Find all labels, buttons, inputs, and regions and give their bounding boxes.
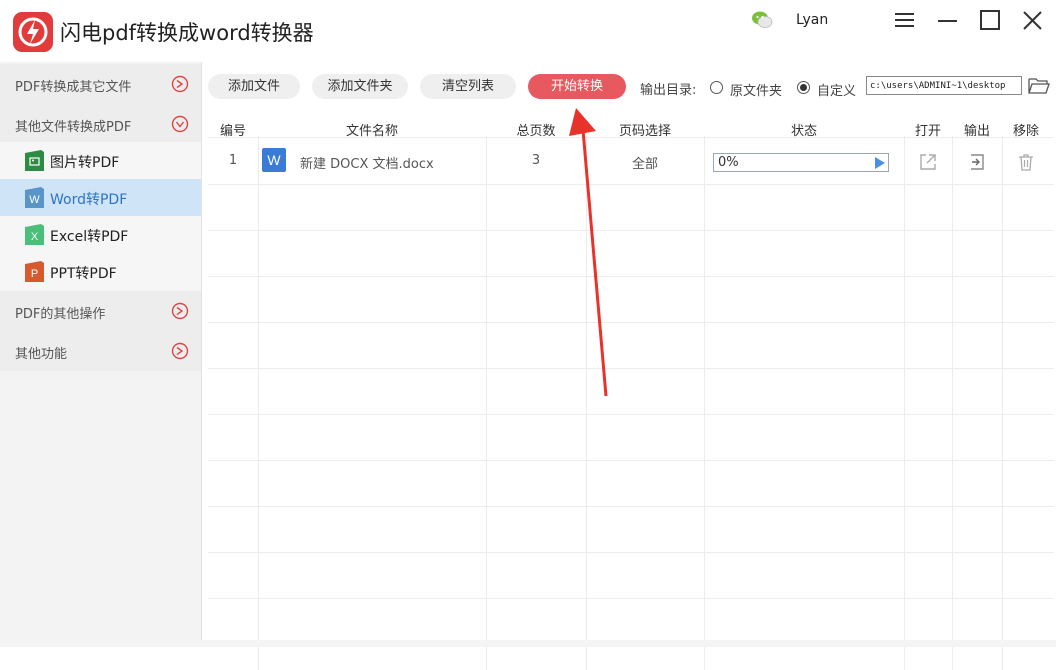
sidebar-category-pdf-other-ops[interactable]: PDF的其他操作 bbox=[0, 291, 201, 331]
sidebar-category-pdf-to-other[interactable]: PDF转换成其它文件 bbox=[0, 64, 201, 104]
sidebar-item-label: PPT转PDF bbox=[50, 266, 117, 282]
grid-line bbox=[486, 136, 487, 670]
chevron-right-icon bbox=[171, 342, 189, 360]
clear-list-button[interactable]: 清空列表 bbox=[420, 74, 516, 99]
app-title: 闪电pdf转换成word转换器 bbox=[60, 21, 314, 45]
sidebar-item-word-to-pdf[interactable]: W Word转PDF bbox=[0, 179, 201, 216]
word-file-icon: W bbox=[25, 187, 44, 208]
ppt-file-icon: P bbox=[25, 261, 44, 282]
chevron-down-icon bbox=[171, 115, 189, 133]
sidebar-category-other-to-pdf[interactable]: 其他文件转换成PDF bbox=[0, 104, 201, 144]
username[interactable]: Lyan bbox=[796, 12, 828, 28]
grid-line bbox=[208, 368, 1054, 369]
app-logo bbox=[13, 12, 53, 52]
grid-line bbox=[208, 414, 1054, 415]
file-name: 新建 DOCX 文档.docx bbox=[300, 157, 434, 172]
close-icon[interactable] bbox=[1020, 8, 1046, 34]
add-file-button[interactable]: 添加文件 bbox=[208, 74, 300, 99]
image-file-icon bbox=[25, 150, 44, 171]
radio-custom-label[interactable]: 自定义 bbox=[817, 80, 856, 99]
add-folder-button[interactable]: 添加文件夹 bbox=[312, 74, 408, 99]
sidebar-item-excel-to-pdf[interactable]: X Excel转PDF bbox=[0, 216, 201, 253]
excel-file-icon: X bbox=[25, 224, 44, 245]
grid-line bbox=[952, 136, 953, 670]
sidebar: PDF转换成其它文件 其他文件转换成PDF 图片转PDF W Word转PDF … bbox=[0, 62, 202, 640]
sidebar-item-label: Word转PDF bbox=[50, 192, 128, 208]
grid-line bbox=[904, 136, 905, 670]
grid-line bbox=[208, 598, 1054, 599]
svg-text:X: X bbox=[31, 231, 39, 243]
trash-icon[interactable] bbox=[1016, 152, 1036, 172]
open-external-icon[interactable] bbox=[918, 152, 938, 172]
main-panel: 添加文件 添加文件夹 清空列表 开始转换 输出目录: 原文件夹 自定义 c:\u… bbox=[202, 62, 1056, 670]
grid-line bbox=[208, 230, 1054, 231]
wechat-icon[interactable] bbox=[751, 10, 773, 30]
output-path-field[interactable]: c:\users\ADMINI~1\desktop bbox=[866, 76, 1022, 95]
grid-line bbox=[704, 136, 705, 670]
row-index: 1 bbox=[228, 153, 238, 168]
sidebar-category-label: 其他功能 bbox=[15, 347, 68, 362]
chevron-right-icon bbox=[171, 302, 189, 320]
sidebar-category-label: PDF转换成其它文件 bbox=[15, 80, 132, 95]
sidebar-category-label: 其他文件转换成PDF bbox=[15, 120, 132, 135]
output-icon[interactable] bbox=[967, 152, 987, 172]
grid-line bbox=[208, 184, 1054, 185]
svg-text:W: W bbox=[29, 194, 40, 206]
maximize-icon[interactable] bbox=[978, 8, 1004, 34]
page-select[interactable]: 全部 bbox=[586, 153, 704, 172]
chevron-right-icon bbox=[171, 75, 189, 93]
grid-line bbox=[586, 136, 587, 670]
progress-bar: 0% bbox=[713, 153, 889, 172]
grid-line bbox=[208, 552, 1054, 553]
radio-original-folder-label[interactable]: 原文件夹 bbox=[730, 80, 782, 99]
title-bar: 闪电pdf转换成word转换器 Lyan bbox=[0, 0, 1056, 62]
sidebar-item-ppt-to-pdf[interactable]: P PPT转PDF bbox=[0, 253, 201, 290]
sidebar-item-label: 图片转PDF bbox=[50, 155, 120, 171]
output-dir-label: 输出目录: bbox=[640, 83, 697, 98]
grid-line bbox=[208, 137, 1054, 138]
grid-line bbox=[208, 322, 1054, 323]
grid-line bbox=[208, 506, 1054, 507]
grid-line bbox=[208, 460, 1054, 461]
page-count: 3 bbox=[531, 153, 541, 168]
sidebar-category-other-features[interactable]: 其他功能 bbox=[0, 331, 201, 371]
folder-open-icon[interactable] bbox=[1028, 76, 1050, 95]
radio-custom[interactable] bbox=[797, 81, 810, 94]
sidebar-category-label: PDF的其他操作 bbox=[15, 307, 106, 322]
grid-line bbox=[208, 276, 1054, 277]
word-file-icon: W bbox=[262, 148, 286, 172]
progress-text: 0% bbox=[718, 155, 739, 170]
status-strip bbox=[0, 640, 1056, 647]
menu-icon[interactable] bbox=[892, 8, 918, 34]
minimize-icon[interactable] bbox=[935, 8, 961, 34]
grid-line bbox=[258, 136, 259, 670]
sidebar-item-label: Excel转PDF bbox=[50, 229, 129, 245]
sidebar-item-image-to-pdf[interactable]: 图片转PDF bbox=[0, 142, 201, 179]
file-table: 编号 文件名称 总页数 页码选择 状态 打开 输出 移除 1 W 新建 DOCX… bbox=[208, 114, 1054, 670]
play-icon[interactable] bbox=[875, 157, 885, 169]
svg-text:P: P bbox=[31, 268, 38, 280]
grid-line bbox=[1002, 136, 1003, 670]
start-convert-button[interactable]: 开始转换 bbox=[528, 74, 626, 99]
radio-original-folder[interactable] bbox=[710, 81, 723, 94]
